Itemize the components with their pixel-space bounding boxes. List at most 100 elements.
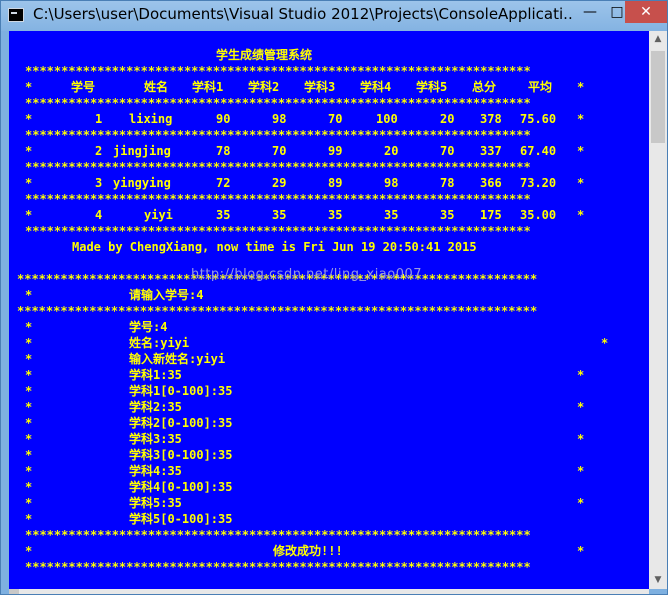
row-border-left: * <box>25 480 33 494</box>
detail-line: * 学科3:35 * <box>9 431 649 447</box>
table-cell: 35 <box>216 208 231 222</box>
column-header: 姓名 <box>144 80 169 94</box>
heading-line: 学生成绩管理系统 <box>9 47 649 63</box>
table-cell: 35 <box>328 208 343 222</box>
stars-separator-long: ****************************************… <box>17 304 538 318</box>
row-border-left: * <box>25 144 33 158</box>
table-cell: 70 <box>272 144 287 158</box>
column-header: 学科4 <box>360 80 392 94</box>
table-cell: 90 <box>216 112 231 126</box>
detail-line: * 学科4[0-100]:35 <box>9 479 649 495</box>
row-border-right: * <box>577 176 585 190</box>
watermark: http://blog.csdn.net/ling_xiao007 <box>191 267 423 282</box>
horizontal-scrollbar-thumb[interactable] <box>9 589 19 594</box>
detail-line: * 学科2[0-100]:35 <box>9 415 649 431</box>
vertical-scrollbar[interactable]: ▲ ▼ <box>649 31 667 589</box>
detail-line: * 学科5:35 * <box>9 495 649 511</box>
stars-separator: ****************************************… <box>25 128 531 142</box>
detail-text: 学科3:35 <box>129 432 182 446</box>
prompt-input-id: 请输入学号:4 <box>129 288 204 302</box>
row-border-right: * <box>577 400 585 414</box>
separator-line: ****************************************… <box>9 303 649 319</box>
detail-text: 学科2:35 <box>129 400 182 414</box>
table-row: * 4 yiyi 35 35 35 35 35 175 35.00 * <box>9 207 649 223</box>
row-border-left: * <box>25 288 33 302</box>
detail-line: * 学科5[0-100]:35 <box>9 511 649 527</box>
table-cell: 78 <box>216 144 231 158</box>
detail-line: * 学科1:35 * <box>9 367 649 383</box>
table-row: * 1 lixing 90 98 70 100 20 378 75.60 * <box>9 111 649 127</box>
row-border-left: * <box>25 368 33 382</box>
console-app-icon[interactable] <box>8 8 24 22</box>
row-border-left: * <box>25 416 33 430</box>
separator-line: ****************************************… <box>9 127 649 143</box>
horizontal-scrollbar[interactable] <box>9 589 649 594</box>
stars-separator: ****************************************… <box>25 560 531 574</box>
stars-separator: ****************************************… <box>25 192 531 206</box>
table-cell: 100 <box>376 112 398 126</box>
table-cell: 378 <box>480 112 502 126</box>
console-window: C:\Users\user\Documents\Visual Studio 20… <box>0 0 668 595</box>
table-cell: 35 <box>384 208 399 222</box>
table-cell: 175 <box>480 208 502 222</box>
column-header: 平均 <box>528 80 553 94</box>
minimize-button[interactable]: — <box>576 1 604 23</box>
column-header: 总分 <box>472 80 497 94</box>
column-header: 学科1 <box>192 80 224 94</box>
row-border-left: * <box>25 512 33 526</box>
scrollbar-thumb[interactable] <box>651 51 665 143</box>
table-cell: 3 <box>95 176 103 190</box>
table-cell: 35 <box>440 208 455 222</box>
table-cell: 75.60 <box>520 112 557 126</box>
stars-separator: ****************************************… <box>25 160 531 174</box>
table-cell: 98 <box>272 112 287 126</box>
row-border-right: * <box>577 208 585 222</box>
detail-text: 姓名:yiyi <box>129 336 190 350</box>
table-cell: 20 <box>440 112 455 126</box>
title-bar[interactable]: C:\Users\user\Documents\Visual Studio 20… <box>1 1 667 31</box>
row-border-left: * <box>25 384 33 398</box>
close-button[interactable]: ✕ <box>625 1 667 23</box>
success-message: 修改成功!!! <box>273 544 343 558</box>
table-cell: 72 <box>216 176 231 190</box>
detail-text: 学科4[0-100]:35 <box>129 480 233 494</box>
console-output[interactable]: 学生成绩管理系统 ********************************… <box>9 31 649 589</box>
row-border-left: * <box>25 352 33 366</box>
table-cell: 89 <box>328 176 343 190</box>
table-header-row: * 学号 姓名 学科1 学科2 学科3 学科4 学科5 总分 平均 * <box>9 79 649 95</box>
table-row: * 2 jingjing 78 70 99 20 70 337 67.40 * <box>9 143 649 159</box>
scroll-down-arrow-icon[interactable]: ▼ <box>649 572 667 589</box>
detail-text: 学科2[0-100]:35 <box>129 416 233 430</box>
detail-line: * 学科3[0-100]:35 <box>9 447 649 463</box>
table-cell: 337 <box>480 144 502 158</box>
row-border-right: * <box>577 112 585 126</box>
console-heading: 学生成绩管理系统 <box>216 48 313 62</box>
separator-line: ****************************************… <box>9 559 649 575</box>
detail-text: 学科5:35 <box>129 496 182 510</box>
row-border-right: * <box>577 496 585 510</box>
footer-credit: Made by ChengXiang, now time is Fri Jun … <box>72 240 477 254</box>
detail-text: 学科1[0-100]:35 <box>129 384 233 398</box>
row-border-right: * <box>577 144 585 158</box>
column-header: 学科3 <box>304 80 336 94</box>
success-line: * 修改成功!!! * <box>9 543 649 559</box>
table-cell: yingying <box>113 176 171 190</box>
table-cell: 73.20 <box>520 176 557 190</box>
table-row: * 3 yingying 72 29 89 98 78 366 73.20 * <box>9 175 649 191</box>
detail-text: 输入新姓名:yiyi <box>129 352 226 366</box>
stars-separator: ****************************************… <box>25 528 531 542</box>
row-border-right: * <box>577 544 585 558</box>
table-cell: lixing <box>129 112 173 126</box>
separator-line: ****************************************… <box>9 223 649 239</box>
column-header: 学科2 <box>248 80 280 94</box>
row-border-left: * <box>25 400 33 414</box>
row-border-left: * <box>25 496 33 510</box>
row-border-right: * <box>601 336 609 350</box>
row-border-right: * <box>577 80 585 94</box>
separator-line: ****************************************… <box>9 63 649 79</box>
scroll-up-arrow-icon[interactable]: ▲ <box>649 31 667 48</box>
row-border-left: * <box>25 336 33 350</box>
detail-line: * 学科4:35 * <box>9 463 649 479</box>
detail-line: * 姓名:yiyi * <box>9 335 649 351</box>
table-cell: 99 <box>328 144 343 158</box>
